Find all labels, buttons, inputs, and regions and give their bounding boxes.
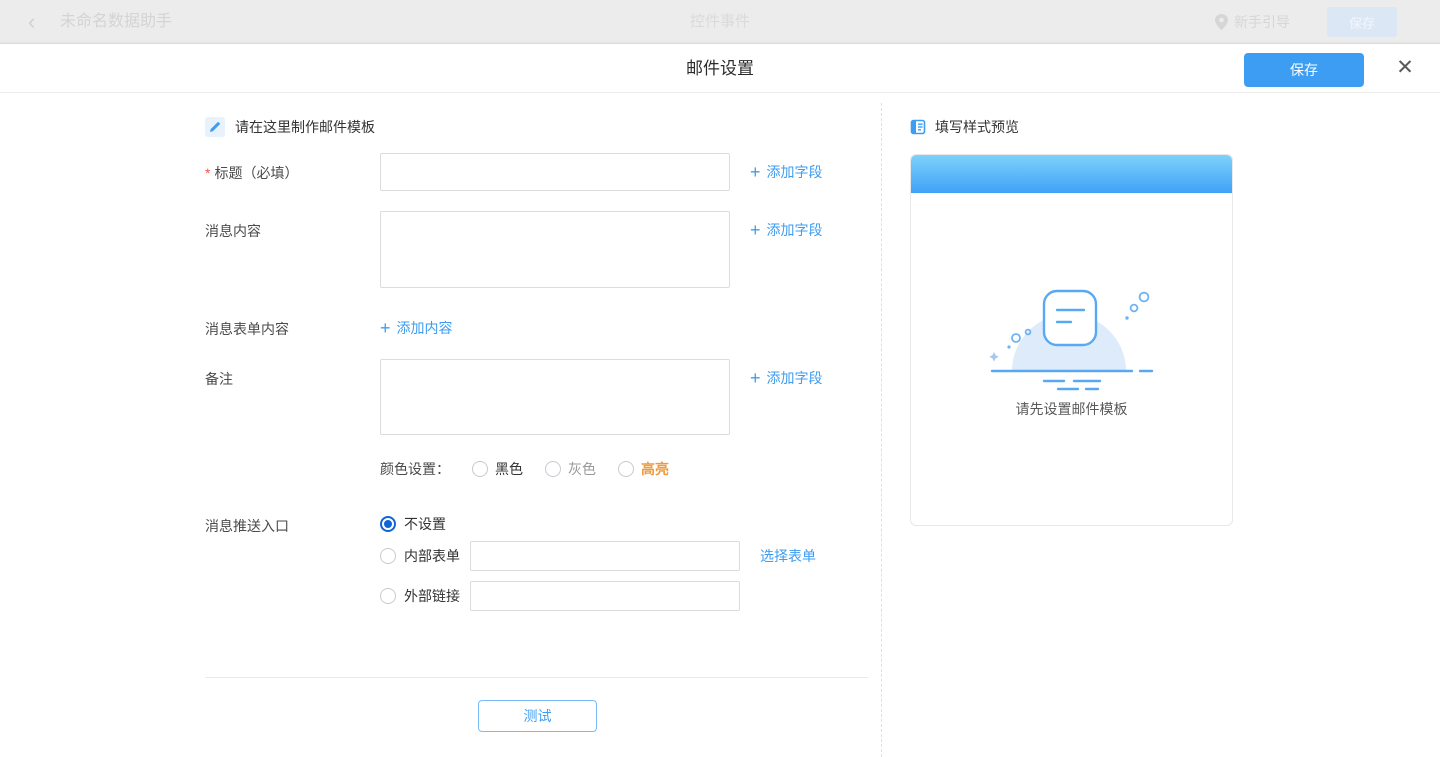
vertical-divider (881, 103, 882, 757)
color-option-label: 黑色 (495, 459, 523, 479)
push-entry-label: 消息推送入口 (205, 516, 289, 536)
preview-empty-text: 请先设置邮件模板 (911, 399, 1232, 419)
push-option-none[interactable]: 不设置 (380, 514, 446, 534)
close-icon[interactable]: ✕ (1392, 55, 1418, 81)
modal-body: 请在这里制作邮件模板 *标题（必填） + 添加字段 消息内容 + 添加字段 消息… (0, 93, 1440, 757)
preview-card: 请先设置邮件模板 (910, 154, 1233, 526)
radio-black[interactable] (472, 461, 488, 477)
radio-gray[interactable] (545, 461, 561, 477)
location-pin-icon (1215, 14, 1228, 30)
preview-section-header: 填写样式预览 (910, 117, 1019, 137)
color-setting-row: 颜色设置： 黑色 灰色 高亮 (380, 458, 669, 480)
template-section-title: 请在这里制作邮件模板 (235, 117, 375, 137)
plus-icon: + (750, 221, 761, 239)
plus-icon: + (750, 163, 761, 181)
color-option-black[interactable]: 黑色 (472, 459, 523, 479)
push-option-internal-form: 内部表单 选择表单 (380, 541, 816, 571)
plus-icon: + (750, 369, 761, 387)
plus-icon: + (380, 319, 391, 337)
select-form-link[interactable]: 选择表单 (760, 546, 816, 566)
add-field-label: 添加字段 (767, 220, 823, 240)
add-field-label: 添加字段 (767, 162, 823, 182)
form-footer-divider (205, 677, 868, 678)
push-option-label: 内部表单 (404, 546, 460, 566)
remark-add-field-link[interactable]: + 添加字段 (750, 368, 823, 388)
content-field-label: 消息内容 (205, 221, 261, 241)
document-icon (910, 119, 926, 135)
form-content-add-link[interactable]: + 添加内容 (380, 318, 453, 338)
color-option-highlight[interactable]: 高亮 (618, 459, 669, 479)
content-textarea[interactable] (380, 211, 730, 288)
guide-link: 新手引导 (1215, 0, 1290, 44)
title-add-field-link[interactable]: + 添加字段 (750, 162, 823, 182)
color-setting-label: 颜色设置： (380, 459, 450, 479)
radio-external-link[interactable] (380, 588, 396, 604)
save-button[interactable]: 保存 (1244, 53, 1364, 87)
internal-form-input[interactable] (470, 541, 740, 571)
title-input[interactable] (380, 153, 730, 191)
push-option-external-link: 外部链接 (380, 581, 740, 611)
test-button[interactable]: 测试 (478, 700, 597, 732)
modal-title: 邮件设置 (0, 44, 1440, 93)
color-option-gray[interactable]: 灰色 (545, 459, 596, 479)
external-link-input[interactable] (470, 581, 740, 611)
title-field-label: *标题（必填） (205, 163, 298, 183)
color-option-label: 高亮 (641, 459, 669, 479)
remark-textarea[interactable] (380, 359, 730, 435)
push-option-label: 不设置 (404, 514, 446, 534)
template-section-header: 请在这里制作邮件模板 (205, 117, 375, 137)
form-content-field-label: 消息表单内容 (205, 319, 289, 339)
background-topbar: ‹ 未命名数据助手 控件事件 新手引导 保存 (0, 0, 1440, 44)
email-settings-modal: 邮件设置 保存 ✕ 请在这里制作邮件模板 *标题（必填） + 添加字段 消息内容 (0, 44, 1440, 757)
required-mark: * (205, 165, 210, 181)
radio-none-selected[interactable] (380, 516, 396, 532)
push-option-label: 外部链接 (404, 586, 460, 606)
modal-header: 邮件设置 保存 ✕ (0, 44, 1440, 93)
content-add-field-link[interactable]: + 添加字段 (750, 220, 823, 240)
pencil-icon (205, 117, 225, 137)
preview-section-title: 填写样式预览 (935, 117, 1019, 137)
radio-highlight[interactable] (618, 461, 634, 477)
remark-field-label: 备注 (205, 369, 233, 389)
add-content-label: 添加内容 (397, 318, 453, 338)
radio-internal-form[interactable] (380, 548, 396, 564)
preview-card-header (911, 155, 1232, 193)
color-option-label: 灰色 (568, 459, 596, 479)
add-field-label: 添加字段 (767, 368, 823, 388)
guide-label: 新手引导 (1234, 12, 1290, 32)
empty-illustration (982, 285, 1162, 395)
background-save-button: 保存 (1327, 7, 1397, 37)
